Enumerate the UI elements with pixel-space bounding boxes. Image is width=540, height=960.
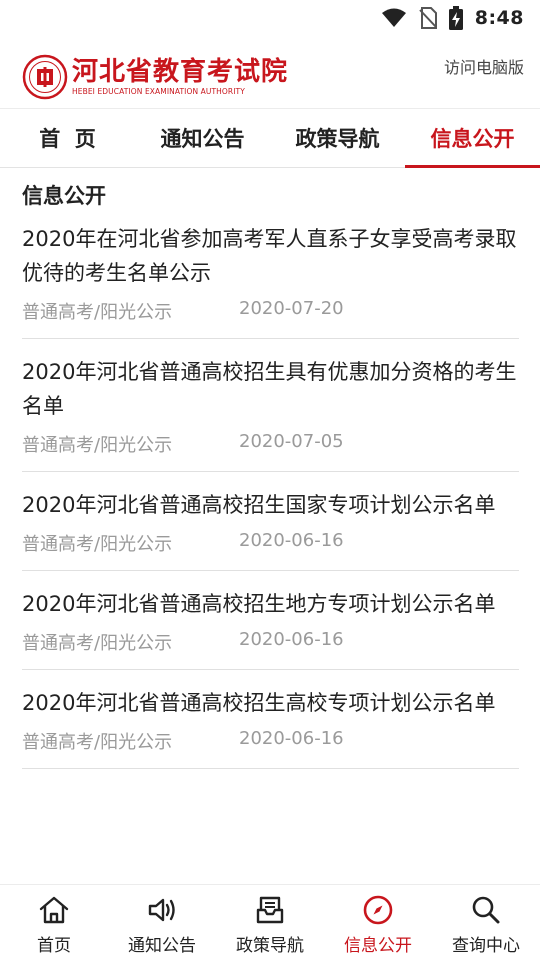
bottom-nav: 首页 通知公告 政策导航 信息公开 查询中心 xyxy=(0,884,540,960)
news-category: 普通高考/阳光公示 xyxy=(22,435,173,456)
list-item[interactable]: 2020年河北省普通高校招生地方专项计划公示名单 普通高考/阳光公示 2020-… xyxy=(22,587,519,670)
bottom-nav-policy[interactable]: 政策导航 xyxy=(216,885,324,960)
news-title: 2020年河北省普通高校招生国家专项计划公示名单 xyxy=(22,493,496,517)
desktop-version-link[interactable]: 访问电脑版 xyxy=(444,54,524,78)
compass-icon xyxy=(363,895,393,925)
inbox-icon xyxy=(256,896,284,924)
wifi-icon xyxy=(381,8,406,27)
battery-charging-icon xyxy=(448,6,463,30)
news-date: 2020-06-16 xyxy=(239,530,344,551)
news-date: 2020-07-20 xyxy=(239,298,344,319)
bottom-nav-home[interactable]: 首页 xyxy=(0,885,108,960)
home-icon xyxy=(39,896,69,924)
site-logo[interactable]: 河北省教育考试院 HEBEI EDUCATION EXAMINATION AUT… xyxy=(22,52,287,102)
logo-title: 河北省教育考试院 xyxy=(72,57,289,87)
news-title: 2020年河北省普通高校招生具有优惠加分资格的考生名单 xyxy=(22,360,517,418)
tab-label: 通知公告 xyxy=(160,127,245,151)
news-date: 2020-06-16 xyxy=(239,629,344,650)
app-header: 河北省教育考试院 HEBEI EDUCATION EXAMINATION AUT… xyxy=(0,36,540,108)
status-bar: 8:48 xyxy=(0,0,540,36)
list-item[interactable]: 2020年河北省普通高校招生具有优惠加分资格的考生名单 普通高考/阳光公示 20… xyxy=(22,355,519,472)
news-list: 2020年在河北省参加高考军人直系子女享受高考录取优待的考生名单公示 普通高考/… xyxy=(22,222,519,785)
tab-label: 首 页 xyxy=(39,127,96,151)
news-title: 2020年在河北省参加高考军人直系子女享受高考录取优待的考生名单公示 xyxy=(22,227,517,285)
top-nav: 首 页 通知公告 政策导航 信息公开 xyxy=(0,108,540,168)
logo-subtitle: HEBEI EDUCATION EXAMINATION AUTHORITY xyxy=(72,87,245,96)
list-item[interactable]: 2020年河北省普通高校招生高校专项计划公示名单 普通高考/阳光公示 2020-… xyxy=(22,686,519,769)
section-title: 信息公开 xyxy=(22,184,106,208)
tab-notices[interactable]: 通知公告 xyxy=(135,109,270,167)
bottom-nav-disclosure[interactable]: 信息公开 xyxy=(324,885,432,960)
news-title: 2020年河北省普通高校招生高校专项计划公示名单 xyxy=(22,691,496,715)
tab-policy[interactable]: 政策导航 xyxy=(270,109,405,167)
bottom-nav-label: 信息公开 xyxy=(344,936,412,956)
bottom-nav-label: 首页 xyxy=(37,936,71,956)
bottom-nav-label: 政策导航 xyxy=(236,936,304,956)
list-item[interactable]: 2020年在河北省参加高考军人直系子女享受高考录取优待的考生名单公示 普通高考/… xyxy=(22,222,519,339)
news-category: 普通高考/阳光公示 xyxy=(22,302,173,323)
news-category: 普通高考/阳光公示 xyxy=(22,633,173,654)
news-title: 2020年河北省普通高校招生地方专项计划公示名单 xyxy=(22,592,496,616)
bottom-nav-notices[interactable]: 通知公告 xyxy=(108,885,216,960)
speaker-icon xyxy=(148,898,175,922)
tab-label: 政策导航 xyxy=(295,127,380,151)
no-sim-icon xyxy=(419,7,437,29)
tab-label: 信息公开 xyxy=(430,127,515,151)
search-icon xyxy=(472,896,500,924)
bottom-nav-search[interactable]: 查询中心 xyxy=(432,885,540,960)
news-date: 2020-06-16 xyxy=(239,728,344,749)
bottom-nav-label: 通知公告 xyxy=(128,936,196,956)
news-date: 2020-07-05 xyxy=(239,431,344,452)
news-category: 普通高考/阳光公示 xyxy=(22,534,173,555)
status-time: 8:48 xyxy=(474,7,524,29)
tab-home[interactable]: 首 页 xyxy=(0,109,135,167)
list-item[interactable]: 2020年河北省普通高校招生国家专项计划公示名单 普通高考/阳光公示 2020-… xyxy=(22,488,519,571)
news-category: 普通高考/阳光公示 xyxy=(22,732,173,753)
emblem-icon xyxy=(22,54,68,100)
tab-disclosure[interactable]: 信息公开 xyxy=(405,109,540,168)
bottom-nav-label: 查询中心 xyxy=(452,936,520,956)
